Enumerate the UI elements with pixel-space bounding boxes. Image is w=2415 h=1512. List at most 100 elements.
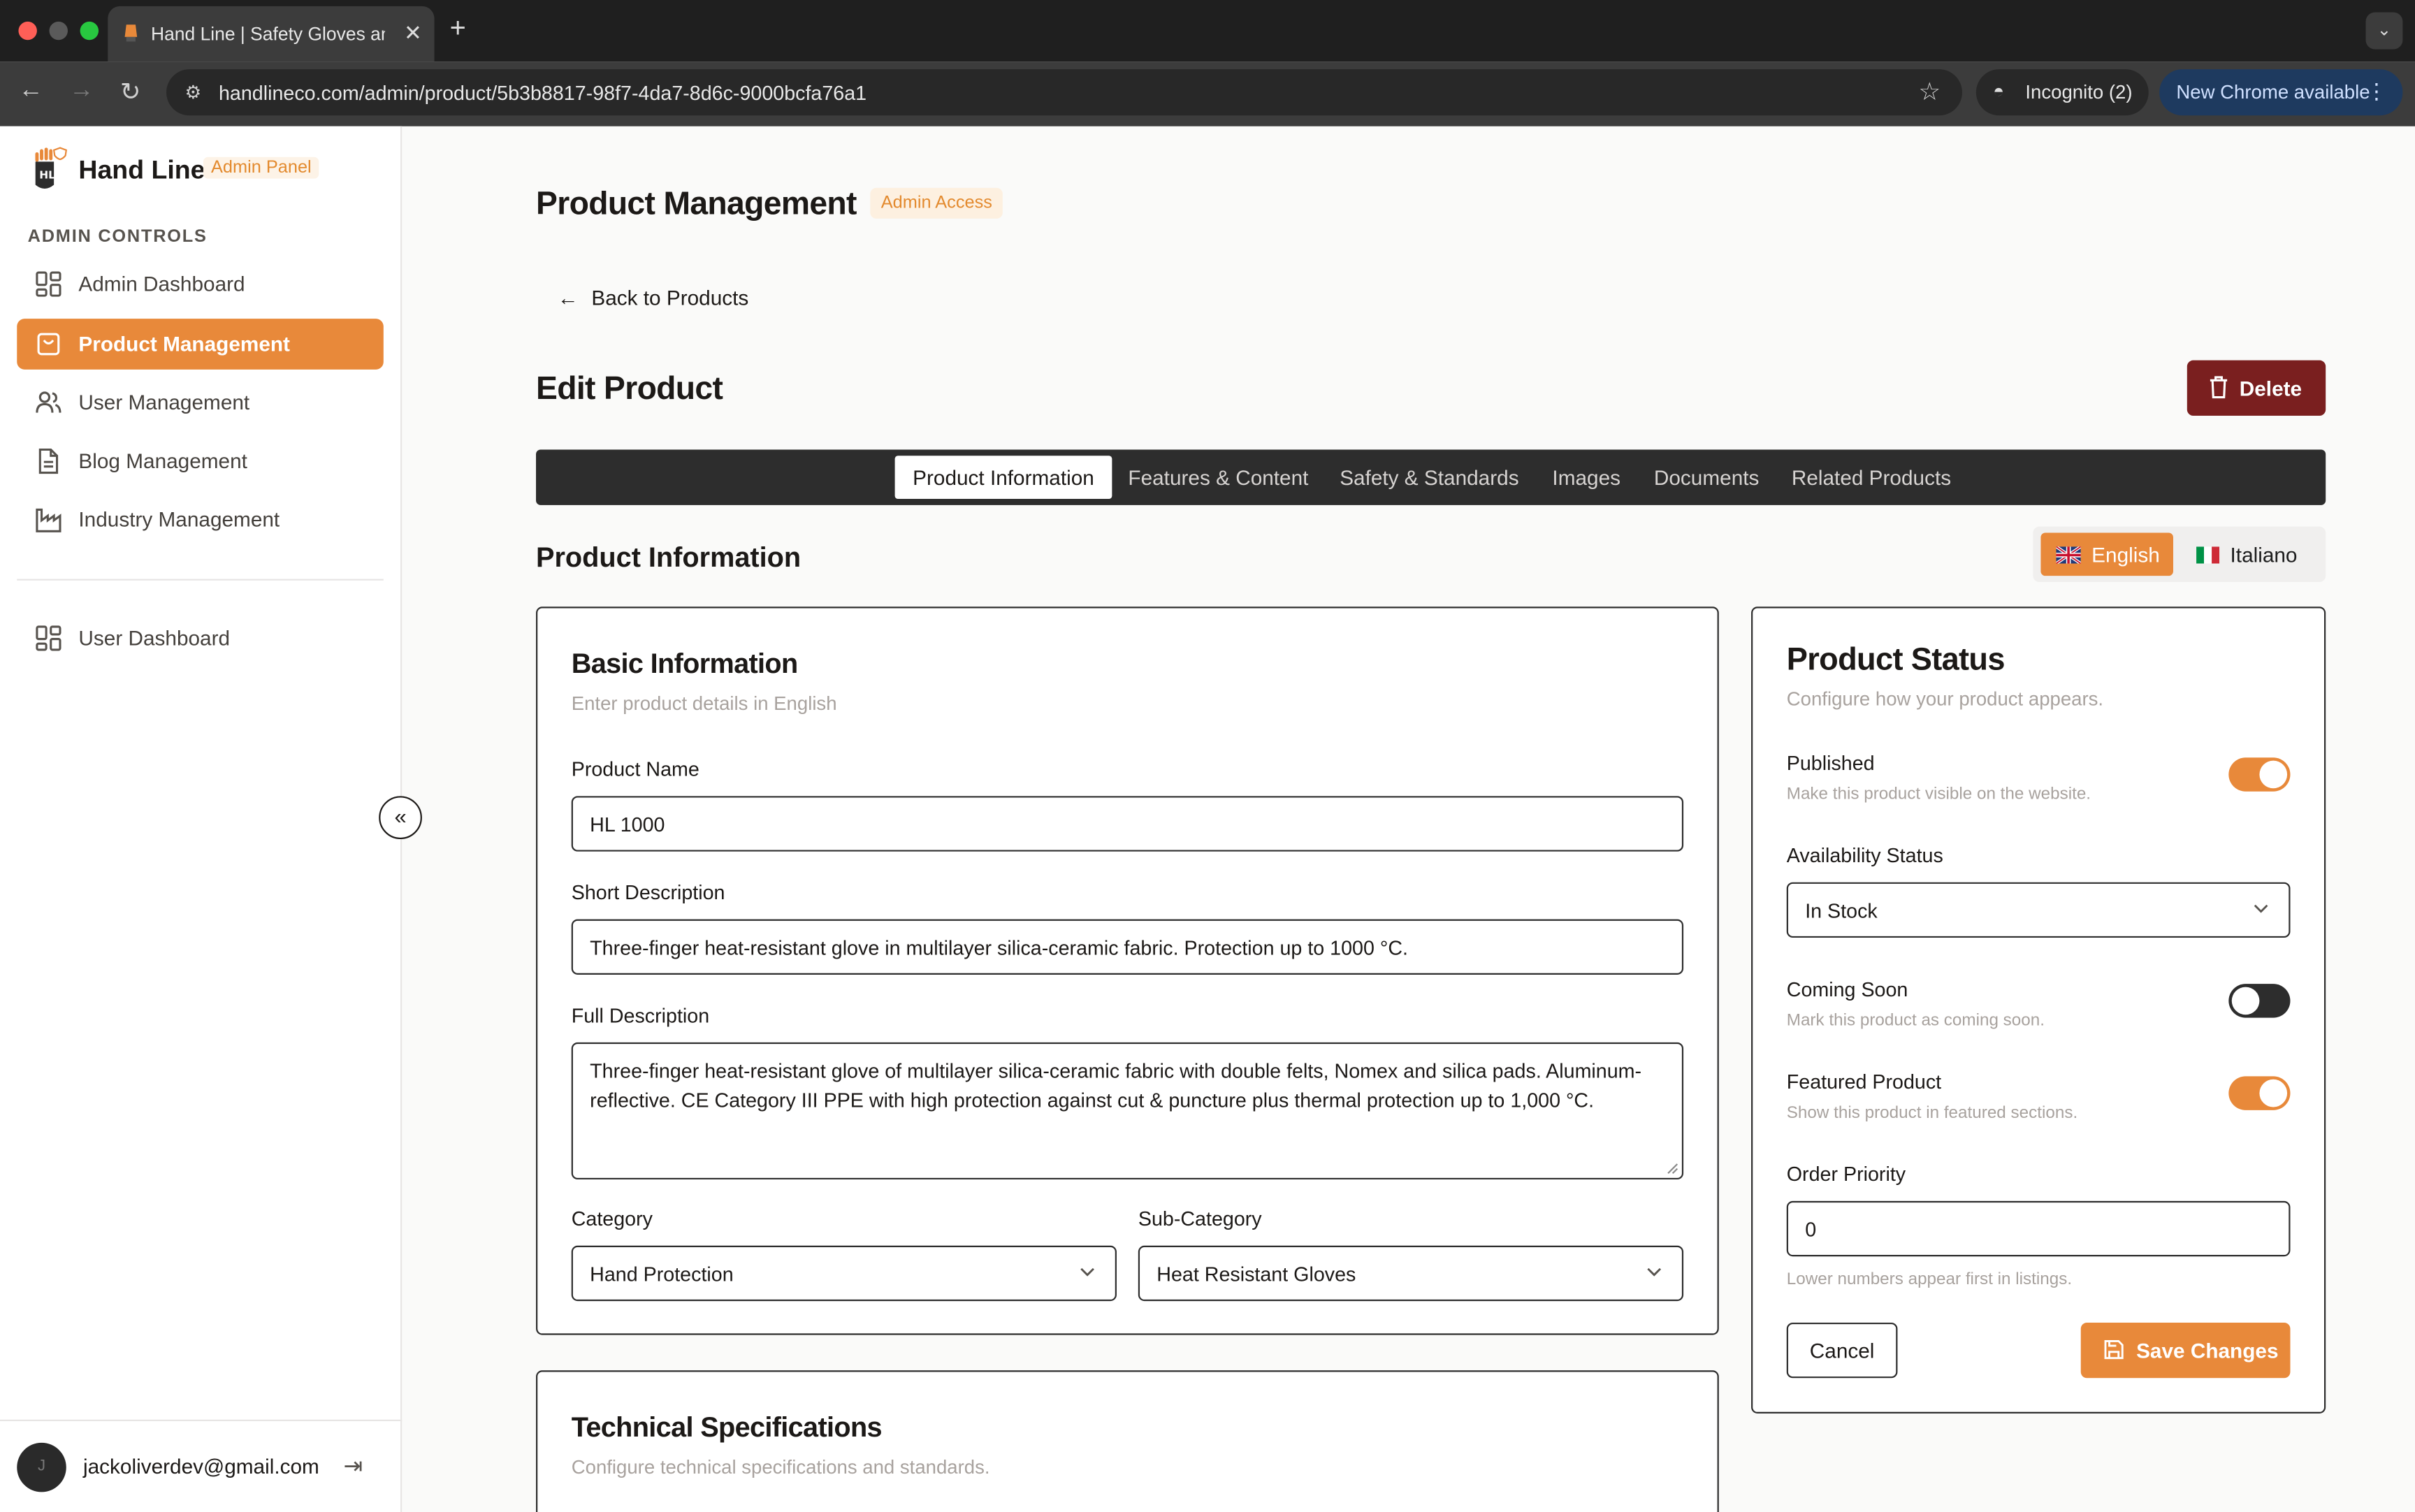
collapse-sidebar-button[interactable]: «	[379, 796, 422, 840]
shopping-bag-icon	[37, 333, 60, 356]
full-description-textarea[interactable]: Three-finger heat-resistant glove of mul…	[571, 1042, 1684, 1180]
coming-soon-toggle[interactable]	[2228, 984, 2291, 1018]
featured-product-description: Show this product in featured sections.	[1786, 1104, 2078, 1123]
section-title: Product Information	[536, 541, 802, 573]
sidebar-item-blog-management[interactable]: Blog Management	[17, 436, 384, 487]
grid-icon	[36, 625, 61, 651]
site-settings-icon[interactable]: ⚙	[184, 82, 201, 103]
featured-product-label: Featured Product	[1786, 1070, 1942, 1093]
users-icon	[36, 391, 61, 413]
category-select[interactable]: Hand Protection	[571, 1245, 1117, 1302]
save-changes-button[interactable]: Save Changes	[2080, 1322, 2291, 1379]
double-chevron-left-icon: «	[394, 804, 407, 829]
page-title: Product Management	[536, 186, 857, 222]
sidebar-item-user-management[interactable]: User Management	[17, 377, 384, 428]
delete-button[interactable]: Delete	[2186, 360, 2326, 416]
tab-related-products[interactable]: Related Products	[1782, 456, 1961, 499]
tab-images[interactable]: Images	[1542, 456, 1631, 499]
sidebar-item-label: Industry Management	[78, 508, 280, 532]
arrow-left-icon: ←	[557, 286, 579, 310]
language-english-button[interactable]: English	[2040, 532, 2173, 576]
incognito-indicator[interactable]: ◓ Incognito (2)	[1975, 69, 2149, 116]
language-italiano-button[interactable]: Italiano	[2187, 532, 2320, 576]
coming-soon-description: Mark this product as coming soon.	[1786, 1011, 2045, 1031]
published-toggle[interactable]	[2228, 757, 2291, 792]
document-icon	[38, 448, 59, 474]
sidebar-item-product-management[interactable]: Product Management	[17, 319, 384, 370]
incognito-icon: ◓	[1993, 80, 2005, 102]
card-subtitle: Configure how your product appears.	[1786, 688, 2104, 710]
maximize-window-button[interactable]	[80, 21, 99, 41]
card-title: Technical Specifications	[571, 1411, 883, 1443]
chevron-down-icon	[2254, 904, 2268, 913]
bookmark-star-icon[interactable]: ☆	[1919, 77, 1941, 108]
language-switcher: English Italiano	[2033, 526, 2326, 582]
trash-icon	[2210, 376, 2228, 399]
save-label: Save Changes	[2136, 1339, 2279, 1362]
avatar[interactable]: J	[17, 1442, 66, 1492]
availability-label: Availability Status	[1786, 843, 1943, 867]
italy-flag-icon	[2196, 546, 2220, 563]
tab-features-content[interactable]: Features & Content	[1118, 456, 1319, 499]
brand-name: Hand Line	[78, 155, 205, 185]
sidebar-item-industry-management[interactable]: Industry Management	[17, 494, 384, 545]
category-label: Category	[571, 1207, 653, 1230]
language-label: English	[2091, 542, 2160, 566]
new-tab-icon[interactable]: +	[450, 13, 466, 45]
order-priority-hint: Lower numbers appear first in listings.	[1786, 1270, 2073, 1289]
tab-documents[interactable]: Documents	[1642, 456, 1771, 499]
update-chrome-button[interactable]: New Chrome available ⋮	[2159, 69, 2403, 116]
product-name-label: Product Name	[571, 757, 699, 781]
tab-product-information[interactable]: Product Information	[894, 456, 1112, 499]
back-icon[interactable]: ←	[18, 77, 43, 105]
window-controls	[18, 21, 99, 41]
featured-product-toggle[interactable]	[2228, 1076, 2291, 1110]
sidebar-item-label: User Management	[78, 391, 250, 414]
availability-select[interactable]: In Stock	[1786, 882, 2291, 938]
reload-icon[interactable]: ↻	[120, 77, 141, 108]
resize-handle-icon[interactable]	[1667, 1163, 1679, 1175]
browser-tab[interactable]: Hand Line | Safety Gloves and ✕	[108, 6, 435, 62]
address-bar[interactable]: ⚙ handlineco.com/admin/product/5b3b8817-…	[166, 69, 1963, 116]
incognito-label: Incognito (2)	[2025, 81, 2133, 103]
subcategory-label: Sub-Category	[1138, 1207, 1262, 1230]
tab-search-icon[interactable]: ⌄	[2365, 12, 2403, 50]
toggle-knob	[2259, 760, 2288, 789]
forward-icon[interactable]: →	[69, 77, 94, 105]
cancel-button[interactable]: Cancel	[1786, 1322, 1898, 1379]
card-subtitle: Enter product details in English	[571, 692, 837, 715]
screen: Hand Line | Safety Gloves and ✕ + ⌄ ← → …	[0, 0, 2415, 1512]
delete-label: Delete	[2239, 376, 2302, 400]
short-description-input[interactable]: Three-finger heat-resistant glove in mul…	[571, 919, 1684, 975]
chevron-down-icon	[1080, 1267, 1094, 1277]
full-description-text: Three-finger heat-resistant glove of mul…	[590, 1059, 1642, 1111]
logout-icon[interactable]: ⇥	[344, 1452, 363, 1479]
admin-controls-heading: ADMIN CONTROLS	[27, 228, 208, 247]
order-priority-input[interactable]: 0	[1786, 1200, 2291, 1257]
category-value: Hand Protection	[590, 1261, 734, 1285]
uk-flag-icon	[2056, 546, 2081, 563]
subcategory-value: Heat Resistant Gloves	[1156, 1261, 1356, 1285]
subcategory-select[interactable]: Heat Resistant Gloves	[1138, 1245, 1684, 1302]
sidebar-item-label: User Dashboard	[78, 626, 231, 650]
product-name-input[interactable]: HL 1000	[571, 796, 1684, 852]
short-description-label: Short Description	[571, 880, 725, 904]
technical-specifications-card: Technical Specifications Configure techn…	[536, 1370, 1719, 1512]
sidebar-item-label: Admin Dashboard	[78, 272, 245, 296]
minimize-window-button[interactable]	[49, 21, 68, 41]
sidebar-divider	[17, 579, 384, 581]
tab-safety-standards[interactable]: Safety & Standards	[1329, 456, 1530, 499]
stage: Hand Line | Safety Gloves and ✕ + ⌄ ← → …	[0, 0, 2415, 1512]
update-label: New Chrome available	[2176, 81, 2370, 103]
sidebar-item-admin-dashboard[interactable]: Admin Dashboard	[17, 259, 384, 310]
sidebar: HL Hand Line Admin Panel ADMIN CONTROLS …	[0, 126, 402, 1512]
product-status-card: Product Status Configure how your produc…	[1751, 606, 2326, 1413]
kebab-menu-icon[interactable]: ⋮	[2365, 78, 2387, 104]
save-icon	[2104, 1339, 2124, 1360]
factory-icon	[36, 508, 61, 532]
close-window-button[interactable]	[18, 21, 37, 41]
availability-value: In Stock	[1805, 898, 1878, 922]
close-tab-icon[interactable]: ✕	[404, 20, 422, 46]
hand-line-logo-icon: HL	[35, 147, 67, 189]
sidebar-item-user-dashboard[interactable]: User Dashboard	[17, 613, 384, 664]
